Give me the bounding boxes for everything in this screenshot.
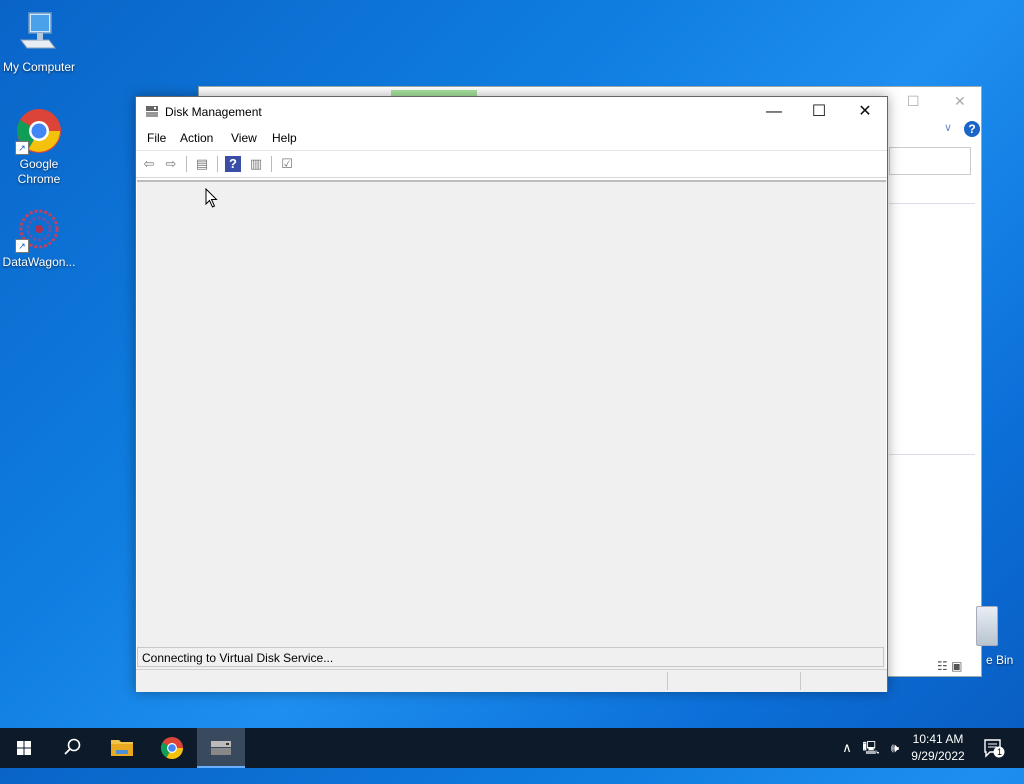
notification-icon: [984, 739, 1005, 758]
clock-date: 9/29/2022: [911, 749, 965, 763]
desktop-icon-my-computer[interactable]: My Computer: [1, 10, 77, 75]
folder-icon: [111, 740, 133, 756]
chevron-down-icon[interactable]: ∨: [944, 121, 952, 134]
status-bar-divider: [667, 672, 668, 690]
taskbar-file-explorer[interactable]: [98, 728, 146, 768]
background-window-maximize-button[interactable]: ☐: [907, 93, 920, 110]
desktop-icon-label-line1: Google: [19, 157, 59, 171]
recycle-bin-label: e Bin: [986, 653, 1014, 667]
show-hide-action-pane-icon[interactable]: ▥: [248, 156, 264, 172]
desktop-icon-label-line2: Chrome: [17, 172, 61, 186]
help-book-icon[interactable]: ?: [225, 156, 241, 172]
status-message-box: Connecting to Virtual Disk Service...: [137, 647, 884, 667]
forward-arrow-icon[interactable]: ⇨: [163, 156, 179, 172]
clock-time: 10:41 AM: [912, 732, 964, 746]
status-message: Connecting to Virtual Disk Service...: [142, 651, 334, 665]
windows-logo-icon: [17, 741, 31, 755]
volume-icon[interactable]: 🕪: [884, 728, 906, 768]
computer-icon: [15, 10, 63, 58]
main-content-area: [137, 180, 886, 669]
desktop-icon-label: My Computer: [2, 60, 76, 74]
close-button[interactable]: ✕: [842, 97, 888, 127]
title-bar[interactable]: Disk Management — ☐ ✕: [136, 97, 887, 127]
desktop-icon-google-chrome[interactable]: ↗ Google Chrome: [1, 107, 77, 187]
notification-count: 1: [996, 747, 1002, 757]
toolbar-separator: [271, 156, 272, 172]
disk-management-window[interactable]: Disk Management — ☐ ✕ File Action View H…: [135, 96, 888, 692]
chrome-icon: ↗: [15, 107, 63, 155]
menu-action[interactable]: Action: [180, 131, 213, 145]
help-icon[interactable]: ?: [964, 121, 980, 137]
maximize-button[interactable]: ☐: [796, 97, 842, 127]
divider: [889, 203, 975, 204]
disk-management-icon: [211, 741, 231, 755]
toolbar-separator: [217, 156, 218, 172]
background-window-close-button[interactable]: ✕: [954, 93, 966, 110]
shortcut-arrow-icon: ↗: [15, 239, 29, 253]
start-button[interactable]: [0, 728, 48, 768]
background-window-search-box[interactable]: [889, 147, 971, 175]
search-button[interactable]: [48, 728, 96, 768]
toolbar-separator: [186, 156, 187, 172]
menu-help[interactable]: Help: [272, 131, 297, 145]
divider: [889, 454, 975, 455]
taskbar: ∧ 🖳 🕪 10:41 AM 9/29/2022 1: [0, 728, 1024, 768]
system-clock[interactable]: 10:41 AM 9/29/2022: [906, 731, 970, 765]
desktop-icon-datawagon[interactable]: ↗ DataWagon...: [1, 205, 77, 270]
shortcut-arrow-icon: ↗: [15, 141, 29, 155]
disk-management-icon: [146, 106, 158, 117]
menu-bar: File Action View Help: [136, 127, 887, 149]
recycle-bin-icon[interactable]: [976, 606, 998, 646]
chrome-icon: [161, 737, 183, 759]
menu-file[interactable]: File: [147, 131, 166, 145]
taskbar-disk-management[interactable]: [197, 728, 245, 768]
view-toggle-icons[interactable]: ☷ ▣: [937, 659, 962, 673]
window-title: Disk Management: [165, 105, 262, 119]
action-center-button[interactable]: 1: [978, 728, 1008, 768]
search-icon: [64, 738, 81, 755]
back-arrow-icon[interactable]: ⇦: [141, 156, 157, 172]
show-hidden-icons-chevron-icon[interactable]: ∧: [838, 728, 856, 768]
network-icon[interactable]: 🖳: [860, 728, 882, 768]
status-bar: [136, 669, 887, 692]
menu-view[interactable]: View: [231, 131, 257, 145]
mouse-cursor-icon: [205, 188, 218, 208]
taskbar-chrome[interactable]: [148, 728, 196, 768]
toolbar: ⇦ ⇨ ▤ ? ▥ ☑: [136, 150, 887, 178]
desktop-icon-label: DataWagon...: [2, 255, 76, 269]
properties-icon[interactable]: ☑: [279, 156, 295, 172]
minimize-button[interactable]: —: [751, 97, 797, 127]
status-bar-divider: [800, 672, 801, 690]
datawagon-icon: ↗: [15, 205, 63, 253]
show-hide-console-tree-icon[interactable]: ▤: [194, 156, 210, 172]
